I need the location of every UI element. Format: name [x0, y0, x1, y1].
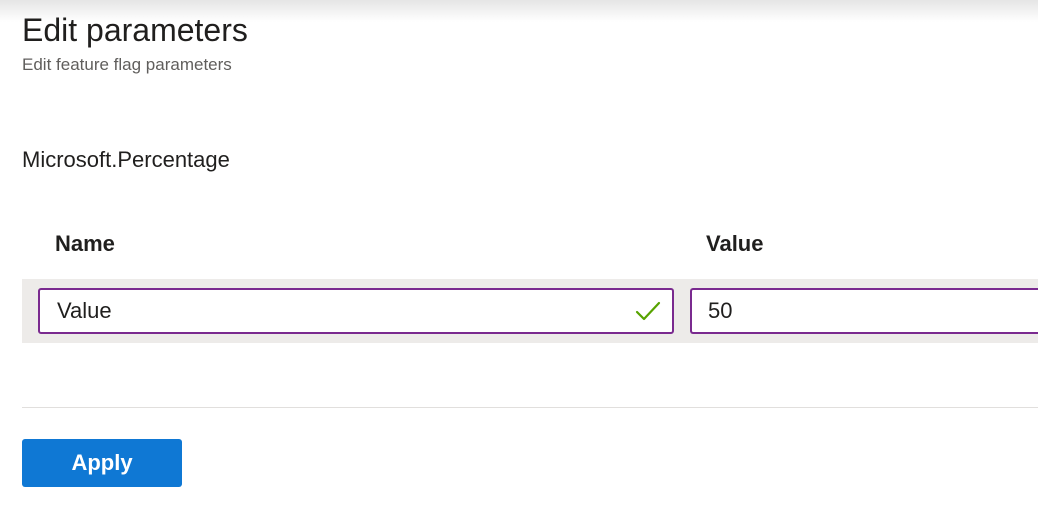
- page-title: Edit parameters: [22, 12, 248, 48]
- column-header-value: Value: [706, 231, 764, 256]
- footer-divider: [22, 407, 1038, 408]
- filter-name-label: Microsoft.Percentage: [22, 147, 230, 172]
- parameter-name-field[interactable]: [38, 288, 674, 334]
- page-subtitle: Edit feature flag parameters: [22, 55, 232, 74]
- parameter-name-input[interactable]: [40, 290, 634, 332]
- parameters-grid-header: Name Value: [22, 226, 1038, 262]
- checkmark-icon: [634, 297, 662, 325]
- parameter-row: [22, 279, 1038, 343]
- parameter-value-field[interactable]: [690, 288, 1038, 334]
- column-header-name: Name: [55, 231, 115, 256]
- apply-button[interactable]: Apply: [22, 439, 182, 487]
- parameter-value-input[interactable]: [692, 290, 1038, 332]
